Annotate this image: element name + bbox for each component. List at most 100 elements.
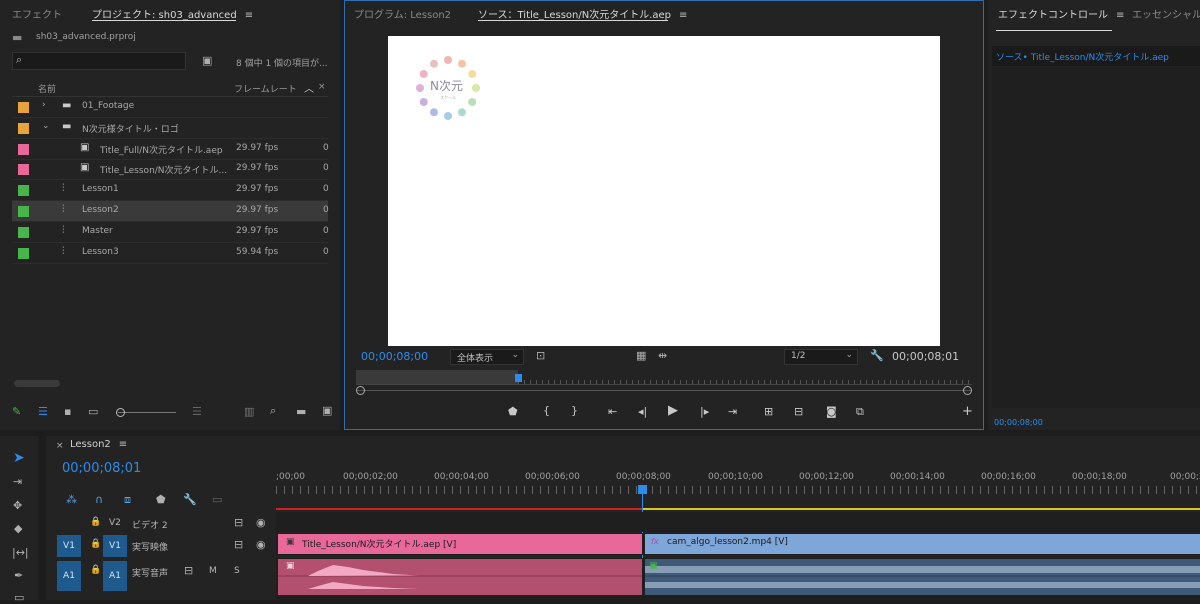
sort-icon[interactable]: ☰ [192, 406, 202, 417]
nest-icon[interactable]: ⁂ [66, 494, 77, 505]
menu-icon[interactable]: ≡ [679, 10, 687, 21]
tab-effect-controls[interactable]: エフェクトコントロール ≡ [998, 6, 1124, 21]
snap-icon[interactable]: ∩ [95, 494, 103, 505]
tab-project[interactable]: プロジェクト: sh03_advanced ≡ [92, 6, 253, 21]
track-a1-id[interactable]: A1 [103, 561, 127, 591]
compare-icon[interactable]: ⧉ [856, 406, 864, 417]
label-color-swatch[interactable] [18, 247, 29, 259]
timeline-timecode[interactable]: 00;00;08;01 [62, 461, 141, 476]
list-view-icon[interactable]: ☰ [38, 406, 48, 417]
cam-audio-clip[interactable]: ▣ [645, 559, 1200, 595]
go-to-out-icon[interactable]: ⇥ [728, 406, 737, 417]
film-icon[interactable]: ▦ [636, 350, 646, 361]
eye-icon[interactable]: ◉ [256, 517, 266, 528]
label-color-swatch[interactable] [18, 206, 29, 217]
zoom-slider[interactable] [118, 412, 176, 413]
zoom-slider-handle[interactable] [116, 408, 125, 417]
list-item[interactable]: ⫶ Lesson1 29.97 fps 0 [12, 180, 329, 202]
track-v1-id[interactable]: V1 [103, 535, 127, 557]
sort-asc-icon[interactable]: ︿ [304, 80, 314, 95]
track-v2-lane[interactable] [276, 512, 1200, 532]
label-color-swatch[interactable] [18, 143, 29, 155]
menu-icon[interactable]: ≡ [245, 10, 253, 21]
pencil-icon[interactable]: ✎ [12, 406, 21, 417]
timeline-settings-icon[interactable]: 🔧 [183, 494, 197, 505]
project-scrollbar[interactable] [14, 380, 60, 387]
lock-icon[interactable]: 🔒 [90, 566, 101, 575]
add-button-icon[interactable]: + [962, 405, 973, 418]
step-back-icon[interactable]: ◂| [638, 406, 647, 417]
solo-button[interactable]: S [234, 566, 240, 576]
chevron-down-icon[interactable]: ⌄ [42, 121, 50, 131]
track-select-icon[interactable]: ⇥ [13, 476, 22, 487]
track-a1-source[interactable]: A1 [57, 561, 81, 591]
play-icon[interactable]: ▶ [668, 404, 678, 417]
lock-icon[interactable]: 🔒 [90, 518, 101, 527]
menu-icon[interactable]: ≡ [1116, 10, 1124, 21]
tab-program[interactable]: プログラム: Lesson2 [354, 6, 451, 21]
close-icon[interactable]: × [56, 441, 64, 451]
drag-video-icon[interactable]: ⇹ [658, 350, 667, 361]
in-out-range[interactable] [356, 370, 518, 384]
search-input[interactable] [12, 52, 186, 70]
tab-source[interactable]: ソース：Title_Lesson/N次元タイトル.aep ≡ [478, 6, 687, 21]
mark-in-icon[interactable]: { [543, 405, 550, 416]
track-v1-source[interactable]: V1 [57, 535, 81, 557]
resolution-dropdown[interactable]: 1/2 ⌄ [784, 349, 858, 365]
title-audio-clip[interactable]: ▣ [278, 559, 642, 595]
timeline-playhead[interactable] [638, 485, 647, 494]
lock-icon[interactable]: 🔒 [90, 540, 101, 549]
col-fps[interactable]: フレームレート [234, 82, 297, 95]
mark-out-icon[interactable]: } [571, 405, 578, 416]
hand-tool-icon[interactable]: ▭ [14, 592, 24, 603]
safe-margins-icon[interactable]: ⊡ [536, 350, 545, 361]
label-color-swatch[interactable] [18, 226, 29, 238]
zoom-bar[interactable] [356, 390, 972, 391]
work-area-bar-yellow[interactable] [642, 508, 1200, 510]
sync-icon[interactable]: ⊟ [234, 517, 243, 528]
menu-icon[interactable]: ≡ [119, 439, 127, 450]
work-area-bar[interactable] [276, 508, 642, 510]
label-color-swatch[interactable] [18, 185, 29, 197]
freeform-view-icon[interactable]: ▭ [88, 406, 98, 417]
ripple-edit-icon[interactable]: ✥ [13, 500, 22, 511]
filter-bin-icon[interactable]: ▣ [202, 55, 212, 66]
label-color-swatch[interactable] [18, 102, 29, 113]
sync-icon[interactable]: ⊟ [234, 539, 243, 550]
list-item[interactable]: ▣ Title_Full/N次元タイトル.aep 29.97 fps 0 [12, 139, 329, 160]
icon-view-icon[interactable]: ▪ [64, 406, 71, 417]
title-clip[interactable]: ▣ Title_Lesson/N次元タイトル.aep [V] [278, 534, 642, 554]
new-item-icon[interactable]: ▣ [322, 405, 332, 416]
captions-icon[interactable]: ▭ [212, 494, 222, 505]
add-marker-icon[interactable]: ⬟ [508, 406, 518, 417]
automate-icon[interactable]: ▥ [244, 406, 254, 417]
eye-icon[interactable]: ◉ [256, 539, 266, 550]
add-marker-icon[interactable]: ⬟ [156, 494, 166, 505]
tab-effects[interactable]: エフェクト [12, 6, 62, 21]
timecode-in[interactable]: 00;00;08;00 [361, 350, 428, 363]
col-name[interactable]: 名前 [38, 82, 56, 95]
step-forward-icon[interactable]: |▸ [700, 406, 709, 417]
track-v2-id[interactable]: V2 [109, 518, 121, 528]
tab-essential-sound[interactable]: エッセンシャルサウ [1132, 6, 1200, 21]
insert-icon[interactable]: ⊞ [764, 406, 773, 417]
voiceover-icon[interactable]: ⊟ [184, 565, 193, 576]
list-item[interactable]: ⫶ Lesson2 29.97 fps 0 [12, 201, 329, 222]
overwrite-icon[interactable]: ⊟ [794, 406, 803, 417]
wrench-icon[interactable]: 🔧 [870, 350, 884, 361]
list-item[interactable]: ▣ Title_Lesson/N次元タイトル... 29.97 fps 0 [12, 159, 329, 181]
razor-tool-icon[interactable]: ◆ [14, 523, 22, 534]
find-icon[interactable]: ⌕ [270, 405, 276, 416]
list-item[interactable]: › ▬ 01_Footage [12, 97, 328, 118]
fit-dropdown[interactable]: 全体表示 ⌄ [450, 349, 524, 365]
source-playhead[interactable] [515, 374, 522, 382]
linked-selection-icon[interactable]: ⧈ [124, 494, 131, 505]
cam-clip[interactable]: fx cam_algo_lesson2.mp4 [V] [645, 534, 1200, 554]
label-color-swatch[interactable] [18, 122, 29, 134]
zoom-bar-right-handle[interactable] [963, 386, 972, 395]
list-item[interactable]: ⫶ Master 29.97 fps 0 [12, 222, 329, 243]
chevron-right-icon[interactable]: › [42, 100, 46, 110]
zoom-bar-left-handle[interactable] [356, 386, 365, 395]
mute-button[interactable]: M [209, 566, 217, 576]
slip-tool-icon[interactable]: |↔| [12, 547, 29, 558]
